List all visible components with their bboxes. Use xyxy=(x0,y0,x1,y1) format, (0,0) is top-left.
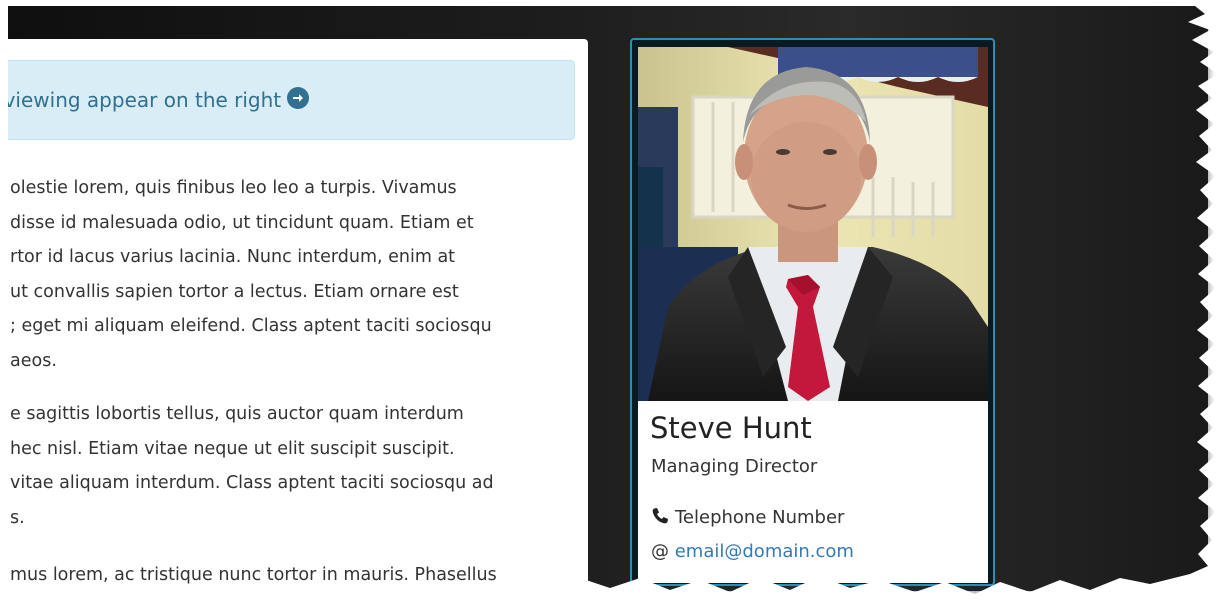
info-alert: r viewing appear on the right xyxy=(8,60,575,140)
at-sign: @ xyxy=(651,541,669,562)
text-line: e sagittis lobortis tellus, quis auctor … xyxy=(10,404,464,424)
text-line: vitae aliquam interdum. Class aptent tac… xyxy=(10,473,494,493)
body-paragraph-2: e sagittis lobortis tellus, quis auctor … xyxy=(10,397,585,535)
profile-name: Steve Hunt xyxy=(650,411,812,445)
profile-card: Steve Hunt Managing Director Telephone N… xyxy=(630,38,995,586)
profile-title: Managing Director xyxy=(651,456,818,477)
email-row: @ email@domain.com xyxy=(651,541,854,562)
text-line: disse id malesuada odio, ut tincidunt qu… xyxy=(10,212,474,233)
body-paragraph-1: olestie lorem, quis finibus leo leo a tu… xyxy=(10,171,585,378)
alert-message: r viewing appear on the right xyxy=(8,87,310,112)
phone-row[interactable]: Telephone Number xyxy=(651,507,844,528)
text-line: s. xyxy=(10,507,25,528)
text-line: rtor id lacus varius lacinia. Nunc inter… xyxy=(10,247,456,267)
email-link[interactable]: email@domain.com xyxy=(675,541,854,562)
phone-label: Telephone Number xyxy=(675,507,845,528)
text-line: ut convallis sapien tortor a lectus. Eti… xyxy=(10,281,459,302)
text-line: ; eget mi aliquam eleifend. Class aptent… xyxy=(10,316,492,336)
text-line: mus lorem, ac tristique nunc tortor in m… xyxy=(10,565,497,585)
screenshot-stage: r viewing appear on the right olestie lo… xyxy=(0,0,1221,604)
text-line: olestie lorem, quis finibus leo leo a tu… xyxy=(10,178,457,198)
arrow-circle-right-icon xyxy=(287,87,310,109)
text-line: aeos. xyxy=(10,350,57,371)
content-panel: r viewing appear on the right olestie lo… xyxy=(8,39,588,599)
body-paragraph-3: mus lorem, ac tristique nunc tortor in m… xyxy=(10,558,585,593)
alert-text: r viewing appear on the right xyxy=(8,88,282,112)
profile-card-body: Steve Hunt Managing Director Telephone N… xyxy=(638,401,988,583)
text-line: hec nisl. Etiam vitae neque ut elit susc… xyxy=(10,438,455,459)
phone-icon xyxy=(651,507,669,525)
profile-photo xyxy=(638,47,988,401)
